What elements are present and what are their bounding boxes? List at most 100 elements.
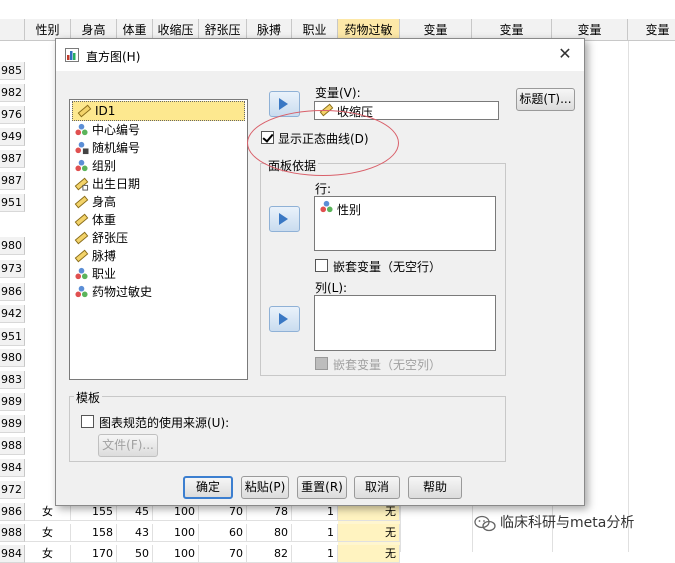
cell-height[interactable]: 158 bbox=[71, 524, 117, 542]
nominal-icon bbox=[75, 123, 88, 136]
cell-sex[interactable]: 女 bbox=[25, 524, 71, 542]
scale-ruler-icon bbox=[74, 213, 89, 227]
ok-button[interactable]: 确定 bbox=[183, 476, 233, 499]
cell-allergy[interactable]: 无 bbox=[338, 545, 400, 563]
scale-ruler-icon bbox=[74, 195, 89, 209]
variable-name: 身高 bbox=[92, 195, 117, 209]
variable-name: 随机编号 bbox=[92, 141, 141, 155]
row-header[interactable]: 982 bbox=[0, 84, 25, 102]
source-variable-list[interactable]: ID1 中心编号随机编号组别出生日期身高体重舒张压脉搏职业药物过敏史 bbox=[69, 99, 248, 380]
variable-list-item[interactable]: 职业 bbox=[70, 265, 247, 283]
row-header[interactable]: 989 bbox=[0, 415, 25, 433]
annotation-ellipse bbox=[247, 110, 399, 176]
scale-ruler-icon bbox=[74, 249, 89, 263]
titles-button[interactable]: 标题(T)... bbox=[516, 88, 575, 111]
row-header[interactable]: 976 bbox=[0, 106, 25, 124]
date-ruler-icon bbox=[74, 177, 89, 191]
variable-name: 组别 bbox=[92, 159, 117, 173]
cell-pulse[interactable]: 82 bbox=[247, 545, 292, 563]
cell-sbp[interactable]: 100 bbox=[153, 545, 199, 563]
variable-list-item[interactable]: 脉搏 bbox=[70, 247, 247, 265]
variable-name: 舒张压 bbox=[92, 231, 129, 245]
row-header[interactable]: 951 bbox=[0, 194, 25, 212]
nominal-icon bbox=[75, 267, 88, 280]
cell-sbp[interactable]: 100 bbox=[153, 524, 199, 542]
cell-job[interactable]: 1 bbox=[292, 545, 338, 563]
row-header[interactable]: 973 bbox=[0, 260, 25, 278]
variable-name: 职业 bbox=[92, 267, 117, 281]
variable-list-item[interactable]: 身高 bbox=[70, 193, 247, 211]
use-template-checkbox[interactable] bbox=[81, 415, 94, 428]
row-header[interactable]: 988 bbox=[0, 437, 25, 455]
row-header[interactable]: 986 bbox=[0, 503, 25, 521]
row-header[interactable]: 942 bbox=[0, 305, 25, 323]
row-header[interactable]: 951 bbox=[0, 328, 25, 346]
cell-pulse[interactable]: 80 bbox=[247, 524, 292, 542]
arrow-right-icon bbox=[279, 98, 288, 110]
row-header[interactable]: 980 bbox=[0, 349, 25, 367]
columns-field[interactable] bbox=[314, 295, 496, 351]
nest-columns-checkbox[interactable] bbox=[315, 357, 328, 370]
cell-sex[interactable]: 女 bbox=[25, 545, 71, 563]
paste-button[interactable]: 粘贴(P) bbox=[241, 476, 289, 499]
nominal-icon bbox=[75, 159, 88, 172]
nest-rows-checkbox[interactable] bbox=[315, 259, 328, 272]
close-icon[interactable]: ✕ bbox=[554, 43, 576, 65]
variable-list-item[interactable]: 中心编号 bbox=[70, 121, 247, 139]
rows-field[interactable]: 性别 bbox=[314, 196, 496, 251]
variable-list-item[interactable]: 舒张压 bbox=[70, 229, 247, 247]
row-header[interactable]: 988 bbox=[0, 524, 25, 542]
nest-columns-label: 嵌套变量（无空列） bbox=[333, 358, 442, 372]
scale-ruler-icon bbox=[74, 231, 89, 245]
file-button[interactable]: 文件(F)... bbox=[98, 434, 158, 457]
variable-label: 变量(V): bbox=[315, 86, 361, 100]
variable-list-item[interactable]: 随机编号 bbox=[70, 139, 247, 157]
variable-list-item[interactable]: ID1 bbox=[72, 101, 245, 121]
row-header[interactable]: 989 bbox=[0, 393, 25, 411]
cell-job[interactable]: 1 bbox=[292, 524, 338, 542]
variable-list-item[interactable]: 组别 bbox=[70, 157, 247, 175]
nominal-text-icon bbox=[75, 141, 89, 155]
row-header[interactable]: 985 bbox=[0, 62, 25, 80]
cell-weight[interactable]: 43 bbox=[117, 524, 153, 542]
nest-rows-label: 嵌套变量（无空行） bbox=[333, 260, 442, 274]
row-header[interactable]: 984 bbox=[0, 459, 25, 477]
variable-name: 脉搏 bbox=[92, 249, 117, 263]
col-header-var[interactable]: 变量 bbox=[628, 19, 675, 41]
arrow-right-icon bbox=[279, 313, 288, 325]
cell-height[interactable]: 170 bbox=[71, 545, 117, 563]
row-header[interactable]: 949 bbox=[0, 128, 25, 146]
variable-list-item[interactable]: 体重 bbox=[70, 211, 247, 229]
dialog-titlebar[interactable]: 直方图(H) ✕ bbox=[56, 39, 584, 71]
row-header[interactable]: 972 bbox=[0, 481, 25, 499]
rows-label: 行: bbox=[315, 182, 332, 196]
row-header[interactable]: 987 bbox=[0, 172, 25, 190]
arrow-right-icon bbox=[279, 213, 288, 225]
help-button[interactable]: 帮助 bbox=[408, 476, 462, 499]
use-template-label: 图表规范的使用来源(U): bbox=[99, 416, 230, 430]
row-header[interactable]: 984 bbox=[0, 545, 25, 563]
row-header[interactable]: 980 bbox=[0, 237, 25, 255]
rows-value: 性别 bbox=[337, 203, 362, 217]
move-to-columns-button[interactable] bbox=[269, 306, 300, 332]
histogram-dialog: 直方图(H) ✕ ID1 中心编号随机编号组别出生日期身高体重舒张压脉搏职业药物过… bbox=[55, 38, 585, 506]
reset-button[interactable]: 重置(R) bbox=[297, 476, 347, 499]
cell-weight[interactable]: 50 bbox=[117, 545, 153, 563]
row-header[interactable]: 987 bbox=[0, 150, 25, 168]
histogram-icon bbox=[65, 48, 79, 62]
variable-list-item[interactable]: 药物过敏史 bbox=[70, 283, 247, 301]
cell-dbp[interactable]: 70 bbox=[199, 545, 247, 563]
cell-allergy[interactable]: 无 bbox=[338, 524, 400, 542]
row-header[interactable]: 986 bbox=[0, 283, 25, 301]
cancel-button[interactable]: 取消 bbox=[354, 476, 400, 499]
columns-label: 列(L): bbox=[315, 281, 348, 295]
move-to-rows-button[interactable] bbox=[269, 206, 300, 232]
row-header[interactable]: 983 bbox=[0, 371, 25, 389]
variable-name: ID1 bbox=[95, 104, 116, 118]
variable-name: 体重 bbox=[92, 213, 117, 227]
variable-name: 中心编号 bbox=[92, 123, 141, 137]
cell-dbp[interactable]: 60 bbox=[199, 524, 247, 542]
dialog-title: 直方图(H) bbox=[86, 50, 141, 64]
template-label: 模板 bbox=[74, 389, 103, 406]
variable-list-item[interactable]: 出生日期 bbox=[70, 175, 247, 193]
